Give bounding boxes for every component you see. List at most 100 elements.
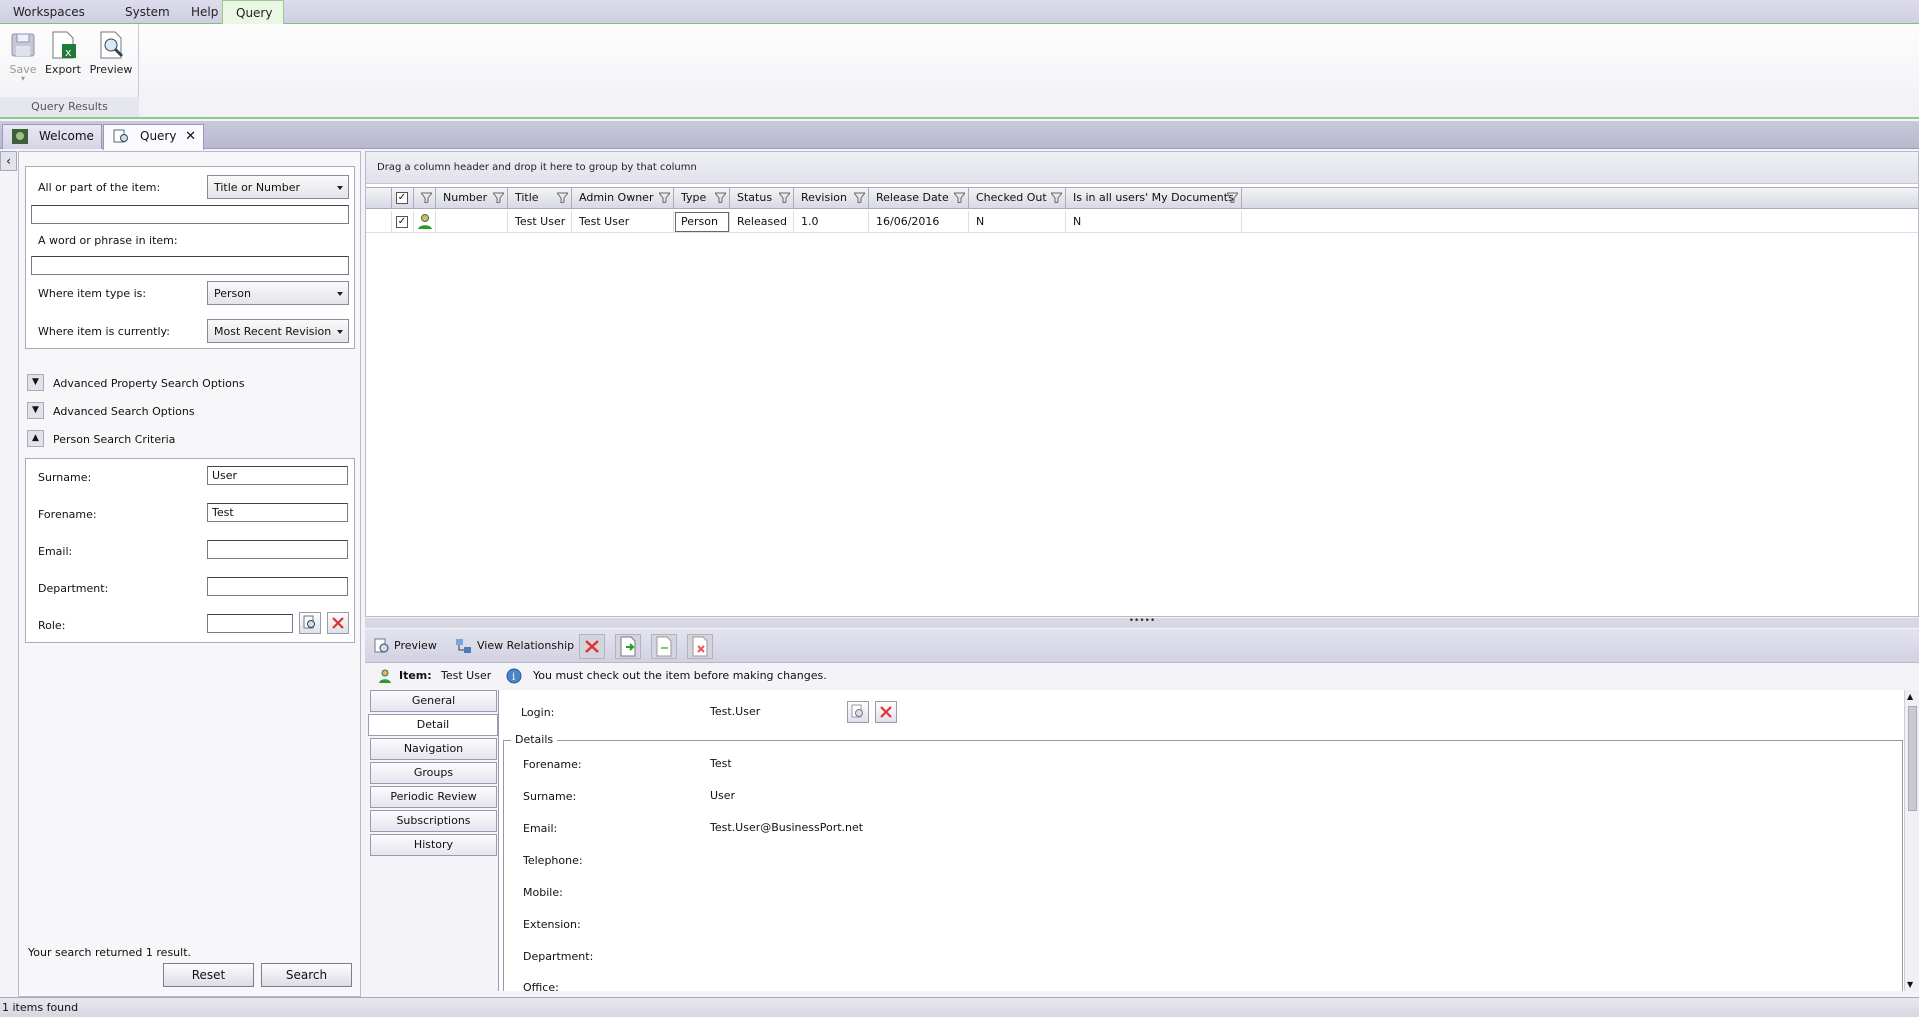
column-header-label: Admin Owner <box>579 191 654 204</box>
forename-input[interactable]: Test <box>207 503 348 522</box>
menu-workspaces[interactable]: Workspaces <box>0 0 98 24</box>
phrase-input[interactable] <box>31 256 349 275</box>
query-icon <box>113 129 129 144</box>
login-value: Test.User <box>710 705 761 718</box>
table-row[interactable]: ✓ Test User Test User Person Released 1.… <box>366 211 1918 233</box>
login-label: Login: <box>521 706 555 719</box>
tab-welcome[interactable]: Welcome <box>2 124 102 149</box>
department-field-label: Department: <box>523 950 594 963</box>
view-relationship-button[interactable]: View Relationship <box>455 634 574 658</box>
role-clear-button[interactable] <box>327 612 349 634</box>
tab-groups[interactable]: Groups <box>370 762 497 784</box>
collapse-panel-button[interactable]: ‹ <box>0 151 17 171</box>
advanced-property-search-label[interactable]: Advanced Property Search Options <box>53 377 245 390</box>
collapse-person-criteria-button[interactable]: ▲ <box>27 430 44 447</box>
tab-query[interactable]: Query ✕ <box>103 124 204 150</box>
detail-preview-label: Preview <box>394 639 437 652</box>
department-input[interactable] <box>207 577 348 596</box>
expand-advanced-search-button[interactable]: ▼ <box>27 402 44 419</box>
select-all-checkbox[interactable]: ✓ <box>396 192 408 204</box>
scroll-down-arrow[interactable]: ▼ <box>1907 980 1913 989</box>
item-state-select[interactable]: Most Recent Revision <box>207 319 349 343</box>
filter-icon[interactable] <box>854 192 865 203</box>
column-header-title[interactable]: Title <box>508 188 572 208</box>
scroll-up-arrow[interactable]: ▲ <box>1907 692 1913 701</box>
item-mode-select[interactable]: Title or Number <box>207 175 349 199</box>
filter-icon[interactable] <box>954 192 965 203</box>
row-icon-cell <box>414 211 436 233</box>
clear-x-icon <box>880 706 892 718</box>
tab-history[interactable]: History <box>370 834 497 856</box>
filter-icon[interactable] <box>557 192 568 203</box>
column-header-release-date[interactable]: Release Date <box>869 188 969 208</box>
state-label: Where item is currently: <box>38 325 170 338</box>
tab-detail[interactable]: Detail <box>368 714 498 736</box>
column-header-type[interactable]: Type <box>674 188 730 208</box>
filter-icon[interactable] <box>1227 192 1238 203</box>
item-name: Test User <box>441 669 492 682</box>
item-type-select[interactable]: Person <box>207 281 349 305</box>
email-input[interactable] <box>207 540 348 559</box>
login-clear-button[interactable] <box>875 701 897 723</box>
check-in-button[interactable] <box>651 634 677 659</box>
delete-button[interactable] <box>579 634 605 659</box>
icon-column-header[interactable] <box>414 188 436 208</box>
tab-welcome-label: Welcome <box>39 129 94 143</box>
select-all-header[interactable]: ✓ <box>392 188 414 208</box>
search-icon <box>851 704 863 718</box>
column-header-admin-owner[interactable]: Admin Owner <box>572 188 674 208</box>
search-button[interactable]: Search <box>261 963 352 987</box>
view-relationship-label: View Relationship <box>477 639 575 652</box>
login-lookup-button[interactable] <box>847 701 869 723</box>
close-icon[interactable]: ✕ <box>185 125 196 148</box>
advanced-search-label[interactable]: Advanced Search Options <box>53 405 195 418</box>
preview-button[interactable]: Preview <box>88 28 134 88</box>
tab-periodic-review[interactable]: Periodic Review <box>370 786 497 808</box>
column-header-status[interactable]: Status <box>730 188 794 208</box>
role-lookup-button[interactable] <box>299 612 321 634</box>
group-by-drop-area[interactable]: Drag a column header and drop it here to… <box>366 152 1918 184</box>
detail-preview-button[interactable]: Preview <box>374 634 437 658</box>
column-header-my-documents[interactable]: Is in all users' My Documents <box>1066 188 1242 208</box>
export-button[interactable]: x Export <box>40 28 86 88</box>
menu-system[interactable]: System <box>112 0 183 24</box>
surname-input[interactable]: User <box>207 466 348 485</box>
tab-general[interactable]: General <box>370 690 497 712</box>
tab-subscriptions[interactable]: Subscriptions <box>370 810 497 832</box>
undo-check-out-button[interactable] <box>687 634 713 659</box>
row-checkbox[interactable]: ✓ <box>396 216 408 228</box>
column-header-checked-out[interactable]: Checked Out <box>969 188 1066 208</box>
row-indicator-header <box>366 188 392 208</box>
scroll-thumb[interactable] <box>1908 706 1917 811</box>
item-mode-value: Title or Number <box>214 181 301 194</box>
tab-navigation[interactable]: Navigation <box>370 738 497 760</box>
office-field-label: Office: <box>523 981 559 991</box>
reset-button[interactable]: Reset <box>163 963 254 987</box>
item-input[interactable] <box>31 205 349 224</box>
column-header-revision[interactable]: Revision <box>794 188 869 208</box>
svg-text:i: i <box>512 672 515 683</box>
cell-admin-owner: Test User <box>572 211 674 233</box>
detail-scrollbar[interactable]: ▲ ▼ <box>1904 690 1919 991</box>
search-panel: All or part of the item: Title or Number… <box>18 151 361 997</box>
filter-icon[interactable] <box>1051 192 1062 203</box>
menu-query[interactable]: Query <box>222 0 284 25</box>
expand-advanced-property-button[interactable]: ▼ <box>27 374 44 391</box>
filter-icon[interactable] <box>493 192 504 203</box>
cell-my-documents: N <box>1066 211 1242 233</box>
results-grid: Drag a column header and drop it here to… <box>365 151 1919 617</box>
check-out-icon <box>620 636 636 657</box>
filter-icon[interactable] <box>779 192 790 203</box>
check-out-button[interactable] <box>615 634 641 659</box>
telephone-field-label: Telephone: <box>523 854 583 867</box>
column-header-number[interactable]: Number <box>436 188 508 208</box>
cell-type[interactable]: Person <box>674 211 730 233</box>
filter-icon[interactable] <box>421 192 432 203</box>
splitter-handle[interactable]: ••••• <box>365 617 1919 628</box>
role-input[interactable] <box>207 614 293 633</box>
filter-icon[interactable] <box>715 192 726 203</box>
filter-icon[interactable] <box>659 192 670 203</box>
person-icon <box>418 214 432 229</box>
row-select-cell[interactable]: ✓ <box>392 211 414 233</box>
person-search-criteria-label[interactable]: Person Search Criteria <box>53 433 175 446</box>
